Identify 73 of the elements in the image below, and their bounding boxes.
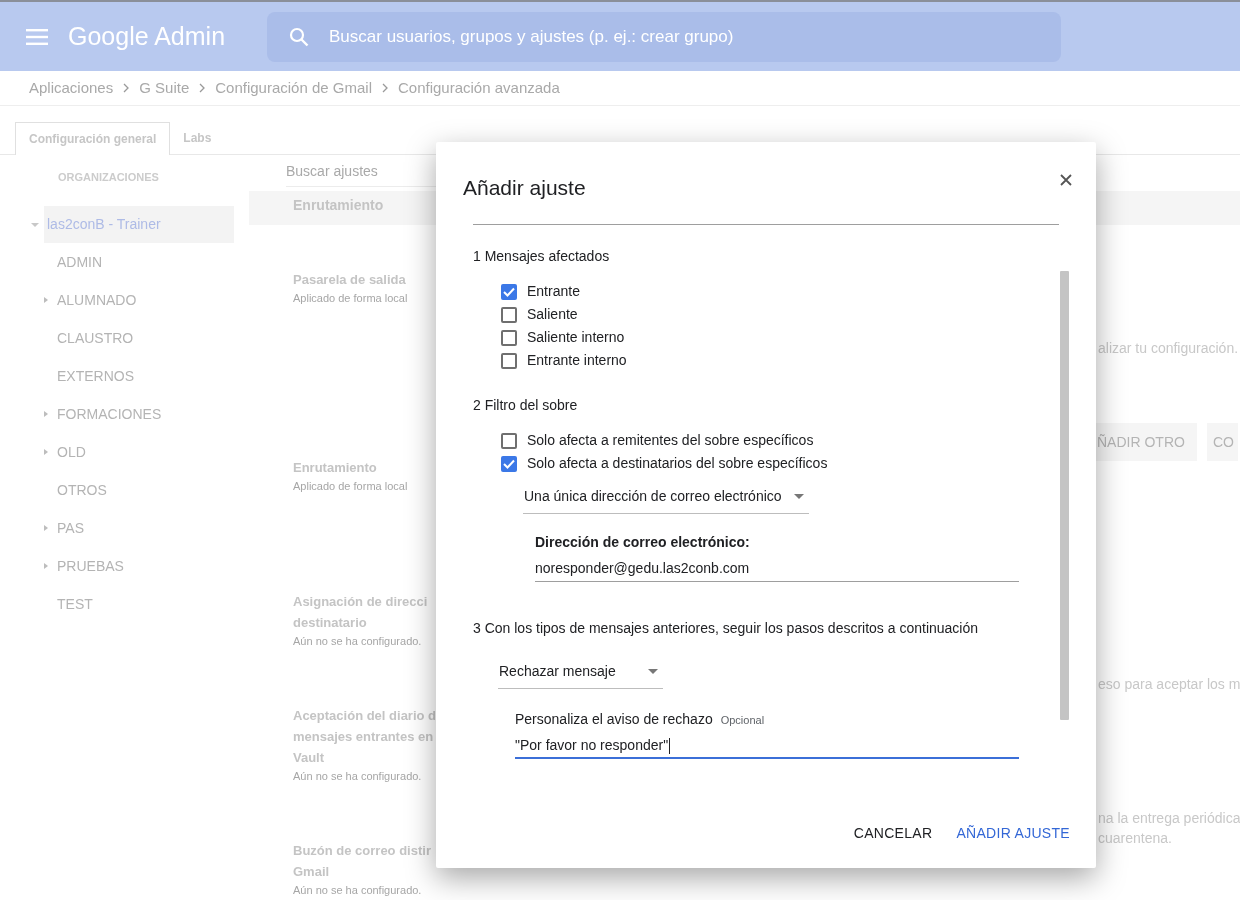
field-label: Dirección de correo electrónico: — [535, 533, 750, 552]
checkbox[interactable] — [501, 283, 517, 300]
tree-item[interactable]: TEST — [57, 593, 93, 615]
checkbox-label: Entrante interno — [527, 351, 627, 370]
close-button[interactable] — [1058, 172, 1074, 188]
setting-status: Aún no se ha configurado. — [293, 634, 422, 649]
scrollbar-thumb[interactable] — [1060, 271, 1069, 720]
checkbox-label: Entrante — [527, 282, 580, 301]
setting-status: Aún no se ha configurado. — [293, 883, 422, 898]
dropdown[interactable]: Una única dirección de correo electrónico — [523, 479, 809, 514]
text-field[interactable]: Personaliza el aviso de rechazo Opcional "Por favor no responder" — [515, 703, 1019, 759]
breadcrumb-link[interactable]: Configuración de Gmail — [215, 76, 372, 100]
menu-icon — [26, 28, 48, 45]
checkbox[interactable] — [501, 329, 517, 346]
check-icon — [503, 286, 515, 297]
dialog-button[interactable]: CANCELAR — [845, 815, 941, 851]
check-icon — [503, 458, 515, 469]
checkbox[interactable] — [501, 455, 517, 472]
search-icon — [289, 26, 309, 47]
tree-item[interactable]: ADMIN — [57, 251, 103, 273]
setting-title: Enrutamiento — [293, 459, 377, 477]
action-button[interactable]: CO — [1206, 423, 1238, 461]
tree-item[interactable]: PRUEBAS — [57, 555, 124, 577]
field-hint: Opcional — [720, 713, 765, 728]
checkbox[interactable] — [501, 432, 517, 449]
field-label: Personaliza el aviso de rechazo — [515, 710, 713, 729]
tree-item[interactable]: CLAUSTRO — [57, 327, 134, 349]
setting-title: Gmail — [293, 863, 330, 881]
setting-status: Aplicado de forma local — [293, 291, 408, 306]
setting-title: Buzón de correo distir — [293, 842, 431, 860]
action-button[interactable]: ÑADIR OTRO — [1096, 423, 1197, 461]
tree-item[interactable]: OTROS — [57, 479, 107, 501]
field-value: noresponder@gedu.las2conb.com — [535, 559, 750, 578]
text-cursor — [669, 737, 671, 754]
dropdown[interactable]: Rechazar mensaje — [498, 654, 663, 689]
caret-icon — [648, 668, 658, 674]
checkbox-label: Saliente — [527, 305, 578, 324]
setting-title: Asignación de direcci — [293, 593, 428, 611]
checkbox-label: Solo afecta a destinatarios del sobre específicos — [527, 454, 828, 473]
checkbox[interactable] — [501, 352, 517, 369]
breadcrumb-link[interactable]: Aplicaciones — [29, 76, 114, 100]
chevron-icon — [123, 83, 130, 93]
caret-icon — [794, 493, 804, 499]
chevron-icon — [199, 83, 206, 93]
field-value: "Por favor no responder" — [515, 736, 669, 755]
tab[interactable]: Configuración general — [15, 122, 171, 155]
search-field[interactable]: Buscar usuarios, grupos y ajustes (p. ej.: crear grupo) — [267, 11, 1061, 62]
section-heading: 2 Filtro del sobre — [473, 396, 579, 415]
setting-title: Pasarela de salida — [293, 271, 406, 289]
setting-title: Vault — [293, 749, 325, 767]
tree-item[interactable]: EXTERNOS — [57, 365, 134, 387]
tree-item[interactable]: FORMACIONES — [57, 403, 162, 425]
dialog-button[interactable]: AÑADIR AJUSTE — [948, 815, 1078, 851]
tree-item[interactable]: ALUMNADO — [57, 289, 137, 311]
checkbox-label: Solo afecta a remitentes del sobre específicos — [527, 431, 814, 450]
setting-status: Aún no se ha configurado. — [293, 769, 422, 784]
checkbox[interactable] — [501, 306, 517, 323]
tree-item[interactable]: OLD — [57, 441, 86, 463]
section-heading: 1 Mensajes afectados — [473, 247, 611, 266]
section-heading: 3 Con los tipos de mensajes anteriores, seguir los pasos descritos a continuación — [473, 619, 980, 638]
setting-status: Aplicado de forma local — [293, 479, 408, 494]
close-icon — [1060, 174, 1072, 186]
tree-item[interactable]: PAS — [57, 517, 84, 539]
checkbox-label: Saliente interno — [527, 328, 625, 347]
breadcrumb-link[interactable]: G Suite — [139, 76, 190, 100]
tab[interactable]: Labs — [170, 121, 225, 154]
text-field[interactable]: Dirección de correo electrónico: noresponder@gedu.las2conb.com — [535, 526, 1019, 582]
breadcrumb-link[interactable]: Configuración avanzada — [398, 76, 560, 100]
setting-title: destinatario — [293, 614, 367, 632]
tree-item[interactable]: las2conB - Trainer — [44, 206, 234, 243]
setting-title: mensajes entrantes en — [293, 728, 434, 746]
chevron-icon — [382, 83, 388, 93]
app-logo: Google Admin — [68, 20, 227, 52]
